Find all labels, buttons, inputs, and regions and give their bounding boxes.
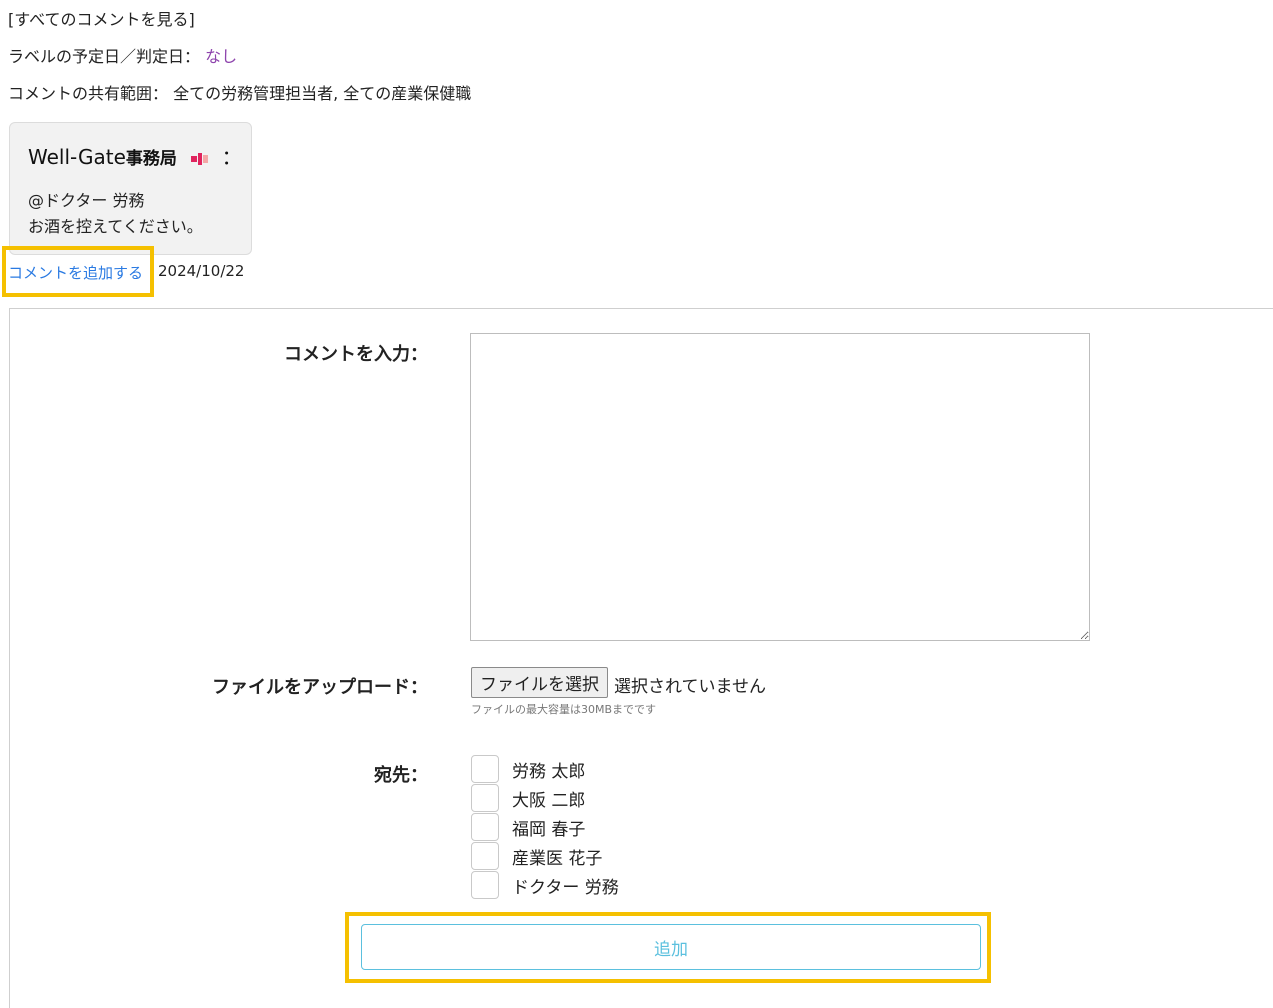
highlight-add-comment [2, 246, 154, 297]
comment-author-dept: 事務局 [125, 149, 177, 169]
comment-mention: @ドクター 労務 [28, 191, 145, 210]
file-upload-label: ファイルをアップロード： [212, 677, 428, 698]
share-scope-value: 全ての労務管理担当者, 全ての産業保健職 [173, 84, 472, 103]
share-scope-label: コメントの共有範囲： [8, 84, 169, 103]
recipient-checkbox[interactable] [471, 784, 499, 812]
comment-bubble: Well-Gate事務局 ： @ドクター 労務 お酒を控えてください。 [9, 122, 252, 255]
comment-body: お酒を控えてください。 [28, 217, 203, 236]
recipient-checkbox[interactable] [471, 813, 499, 841]
file-size-note: ファイルの最大容量は30MBまでです [471, 703, 657, 716]
label-date-row: ラベルの予定日／判定日： なし [8, 43, 237, 67]
comment-date: 2024/10/22 [158, 262, 245, 280]
label-date-value: なし [205, 47, 238, 66]
flag-badge-icon [191, 152, 209, 166]
recipient-name: 労務 太郎 [512, 762, 586, 782]
highlight-submit [345, 912, 991, 983]
recipient-name: 産業医 花子 [512, 849, 603, 869]
share-scope-row: コメントの共有範囲： 全ての労務管理担当者, 全ての産業保健職 [8, 80, 471, 104]
comment-author-name: Well-Gate [28, 145, 126, 169]
label-date-label: ラベルの予定日／判定日： [8, 47, 201, 66]
comment-author-suffix: ： [221, 145, 242, 169]
comment-textarea[interactable] [470, 333, 1090, 641]
file-status: 選択されていません [614, 677, 766, 697]
comment-input-label: コメントを入力： [284, 344, 428, 365]
recipient-name: ドクター 労務 [512, 878, 619, 898]
recipient-checkbox[interactable] [471, 842, 499, 870]
recipients-label: 宛先： [374, 765, 428, 786]
recipient-name: 福岡 春子 [512, 820, 586, 840]
choose-file-button[interactable]: ファイルを選択 [471, 667, 608, 698]
view-all-comments-link[interactable]: [すべてのコメントを見る] [8, 6, 195, 30]
recipient-checkbox[interactable] [471, 871, 499, 899]
recipient-checkbox[interactable] [471, 755, 499, 783]
comment-author: Well-Gate事務局 ： [28, 141, 242, 170]
recipient-name: 大阪 二郎 [512, 791, 586, 811]
